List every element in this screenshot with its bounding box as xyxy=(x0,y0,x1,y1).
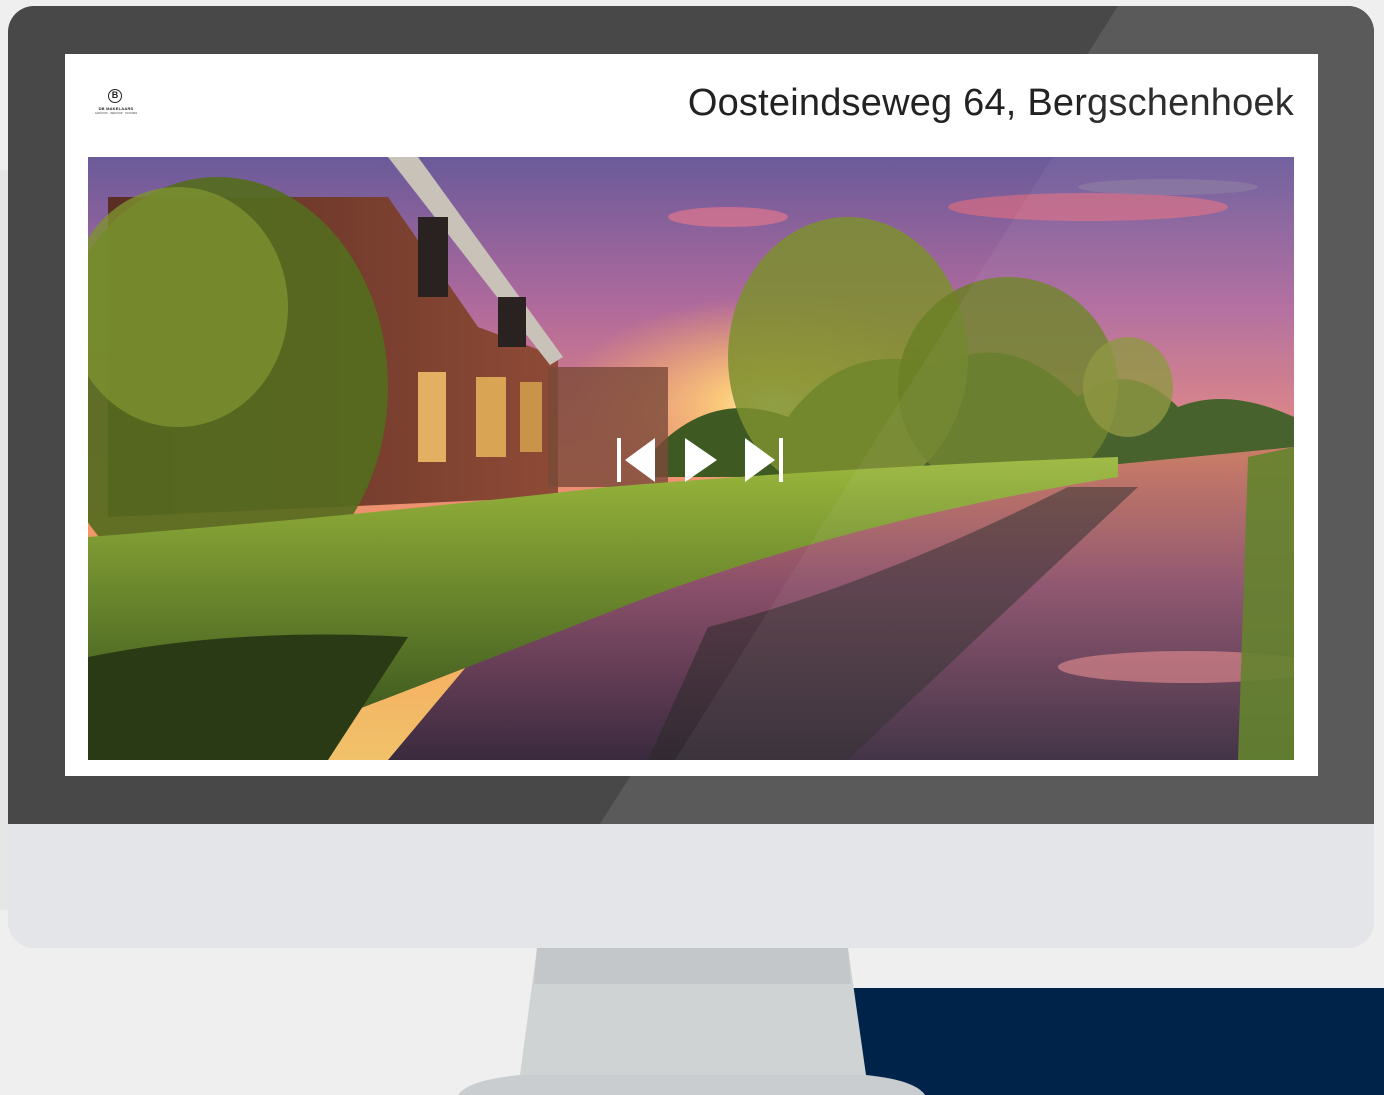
logo-name: DB MAKELAARS xyxy=(98,106,134,111)
monitor-chin xyxy=(8,824,1374,948)
next-icon[interactable] xyxy=(743,435,785,485)
brand-logo[interactable]: B DB MAKELAARS AANKOOP · VERKOOP · TAXAT… xyxy=(87,89,147,121)
logo-tagline: AANKOOP · VERKOOP · TAXATIES xyxy=(94,112,138,115)
slideshow-controls xyxy=(615,435,785,485)
previous-icon[interactable] xyxy=(615,435,657,485)
play-icon[interactable] xyxy=(683,435,719,485)
listing-address: Oosteindseweg 64, Bergschenhoek xyxy=(687,82,1294,124)
monitor: B DB MAKELAARS AANKOOP · VERKOOP · TAXAT… xyxy=(8,6,1374,948)
screen: B DB MAKELAARS AANKOOP · VERKOOP · TAXAT… xyxy=(65,54,1318,776)
logo-mark: B xyxy=(108,89,122,103)
property-photo xyxy=(88,157,1294,760)
